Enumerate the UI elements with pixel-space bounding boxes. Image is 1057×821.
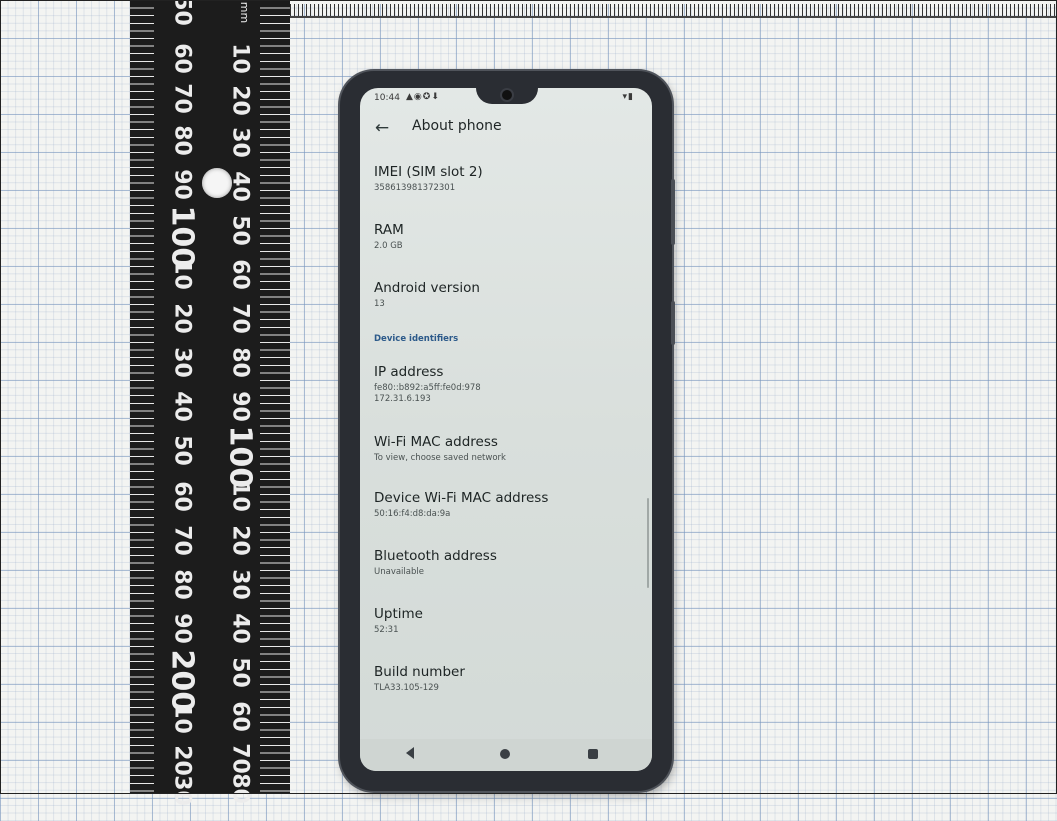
ruler-ticks-outer: [130, 0, 154, 794]
item-title: IMEI (SIM slot 2): [374, 164, 483, 180]
item-title: Wi-Fi MAC address: [374, 434, 498, 450]
phone: 10:44 ▲◉✪⬇ ▾▮ ← About phone IMEI (SIM sl…: [340, 71, 675, 791]
ruler-unit-label: mm: [238, 1, 252, 24]
phone-screen: 10:44 ▲◉✪⬇ ▾▮ ← About phone IMEI (SIM sl…: [360, 88, 652, 771]
item-value: 50:16:f4:d8:da:9a: [374, 509, 451, 519]
list-item-build-number[interactable]: Build number TLA33.105-129: [374, 664, 644, 694]
item-value: Unavailable: [374, 567, 424, 577]
item-title: IP address: [374, 364, 444, 380]
item-title: Bluetooth address: [374, 548, 497, 564]
ruler-ticks-inner: [260, 0, 290, 794]
list-item-ip-address[interactable]: IP address fe80::b892:a5ff:fe0d:978 172.…: [374, 364, 644, 405]
item-value: TLA33.105-129: [374, 683, 439, 693]
scrollbar[interactable]: [647, 498, 649, 588]
left-ruler: mm 50 60 70 80 90 100 10 20 30 40 50 60 …: [130, 0, 290, 806]
item-value-secondary: 172.31.6.193: [374, 394, 431, 404]
app-bar: ← About phone: [360, 110, 652, 150]
list-item-android-version[interactable]: Android version 13: [374, 280, 644, 310]
page-title: About phone: [412, 118, 502, 134]
nav-back-icon[interactable]: [406, 747, 414, 759]
list-item-wifi-mac[interactable]: Wi-Fi MAC address To view, choose saved …: [374, 434, 644, 464]
wifi-battery-icons: ▾▮: [622, 92, 634, 102]
item-value: To view, choose saved network: [374, 453, 506, 463]
item-title: Build number: [374, 664, 465, 680]
nav-recents-icon[interactable]: [588, 749, 598, 759]
section-header: Device identifiers: [374, 334, 459, 344]
status-time: 10:44: [374, 93, 400, 103]
item-value: 52:31: [374, 625, 399, 635]
item-title: Device Wi-Fi MAC address: [374, 490, 549, 506]
item-title: Uptime: [374, 606, 423, 622]
list-item-ram[interactable]: RAM 2.0 GB: [374, 222, 644, 252]
status-bar: 10:44 ▲◉✪⬇ ▾▮: [374, 92, 638, 107]
ruler-number: 30: [169, 775, 195, 806]
item-value: 13: [374, 299, 385, 309]
list-item-bluetooth-address[interactable]: Bluetooth address Unavailable: [374, 548, 644, 578]
volume-button: [671, 179, 675, 245]
navigation-bar: [360, 739, 652, 771]
item-title: Android version: [374, 280, 480, 296]
item-value: fe80::b892:a5ff:fe0d:978: [374, 383, 481, 393]
back-arrow-icon[interactable]: ←: [370, 116, 394, 140]
list-item-imei[interactable]: IMEI (SIM slot 2) 358613981372301: [374, 164, 644, 194]
top-ruler: [290, 4, 1057, 18]
ruler-number: 80: [227, 773, 253, 804]
list-item-uptime[interactable]: Uptime 52:31: [374, 606, 644, 636]
nav-home-icon[interactable]: [500, 749, 510, 759]
item-value: 358613981372301: [374, 183, 456, 193]
item-value: 2.0 GB: [374, 241, 403, 251]
list-item-device-wifi-mac[interactable]: Device Wi-Fi MAC address 50:16:f4:d8:da:…: [374, 490, 644, 520]
notification-icons: ▲◉✪⬇: [406, 92, 440, 102]
power-button: [671, 301, 675, 345]
item-title: RAM: [374, 222, 404, 238]
